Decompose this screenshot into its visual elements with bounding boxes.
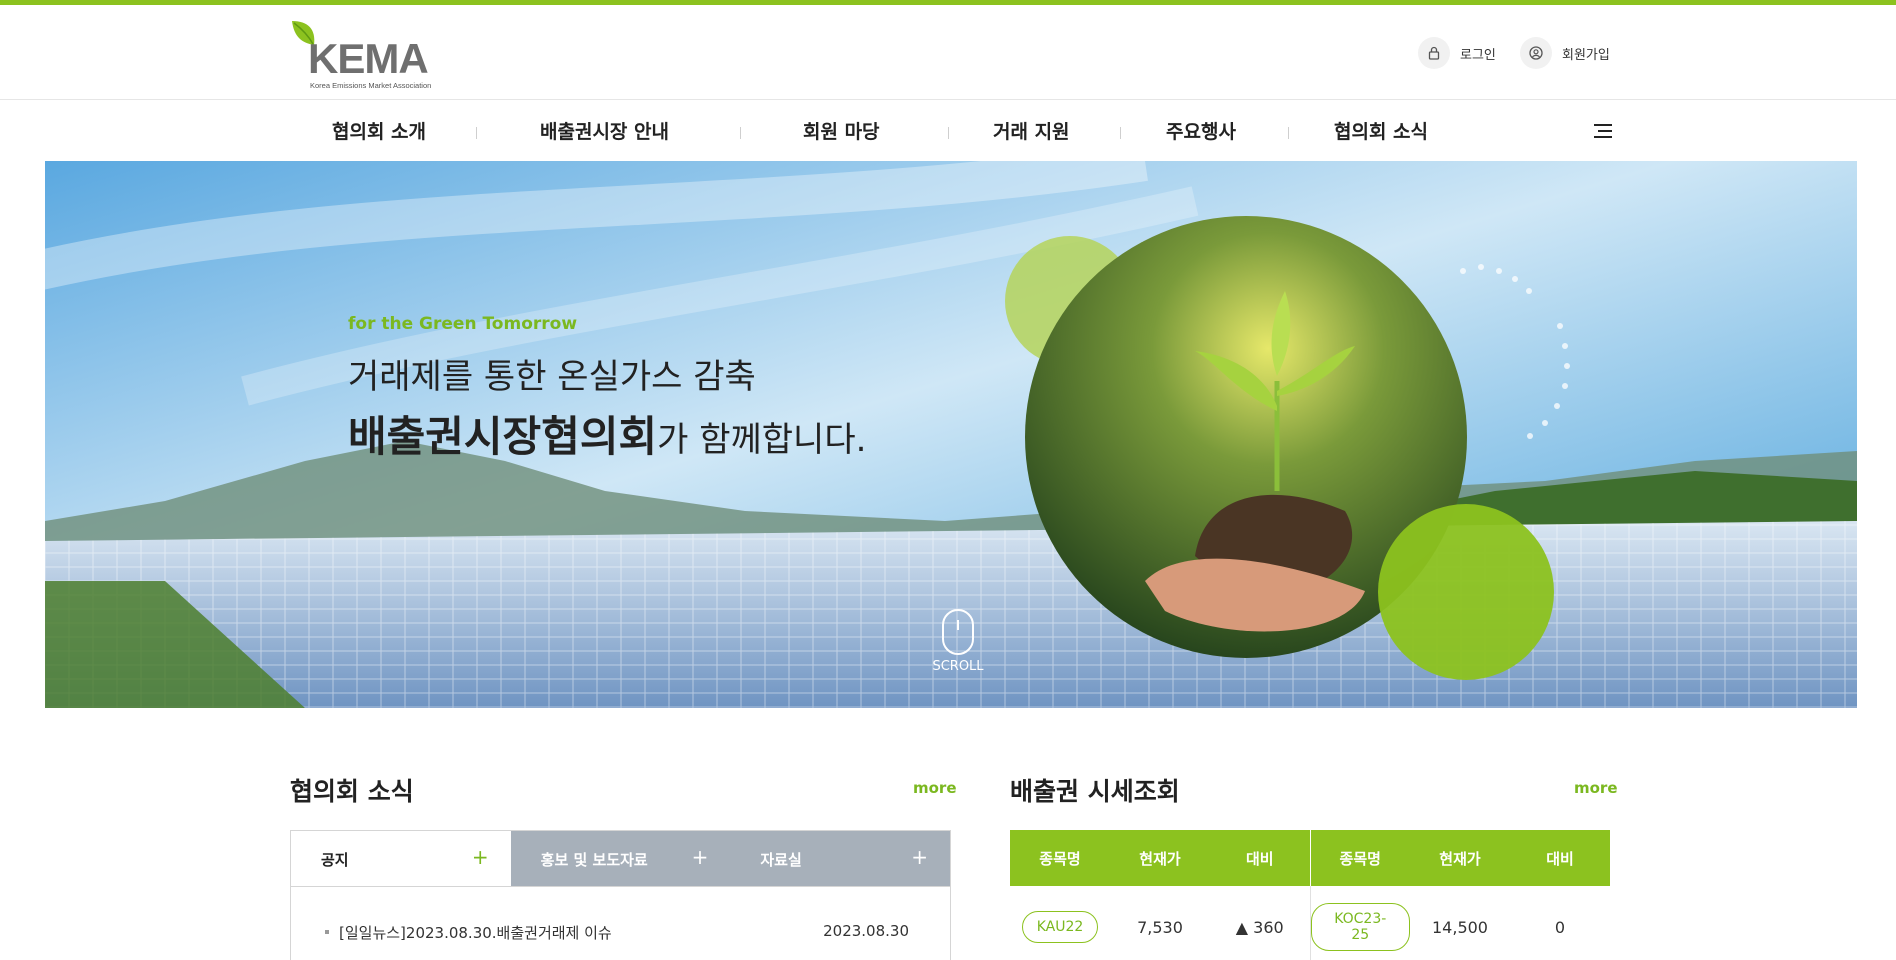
current-price: 7,530: [1137, 917, 1183, 937]
hero-tagline: for the Green Tomorrow: [348, 314, 578, 334]
tab-notice-label: 공지: [321, 851, 349, 869]
mouse-icon: [942, 609, 974, 655]
hero-headline-rest: 가 함께합니다.: [657, 420, 867, 460]
nav-about[interactable]: 협의회 소개: [332, 117, 426, 144]
item-name-badge[interactable]: KOC23-25: [1310, 903, 1410, 951]
price-table: 종목명 현재가 대비 종목명 현재가 대비 KAU22 7,530 ▲ 360 …: [1010, 830, 1610, 960]
price-change: ▲ 360: [1235, 917, 1284, 937]
tab-notice[interactable]: 공지 +: [291, 831, 511, 886]
news-section-title: 협의회 소식: [290, 777, 414, 806]
login-link[interactable]: 로그인: [1418, 37, 1496, 69]
plus-icon[interactable]: +: [472, 845, 489, 869]
bullet-icon: [325, 930, 329, 934]
user-icon: [1520, 37, 1552, 69]
nav-divider: [476, 127, 477, 139]
tab-press-label: 홍보 및 보도자료: [540, 851, 648, 869]
hero-banner: for the Green Tomorrow 거래제를 통한 온실가스 감축 배…: [45, 161, 1857, 708]
scroll-label: SCROLL: [932, 659, 984, 674]
column-header: 대비: [1210, 830, 1310, 886]
logo-subtitle: Korea Emissions Market Association: [310, 81, 432, 90]
column-header: 대비: [1510, 830, 1610, 886]
news-more-link[interactable]: more: [913, 779, 957, 797]
column-header: 종목명: [1309, 830, 1410, 886]
column-header: 현재가: [1410, 830, 1510, 886]
current-price: 14,500: [1432, 917, 1488, 937]
nav-divider: [948, 127, 949, 139]
list-item[interactable]: [일일뉴스]2023.08.30.배출권거래제 이슈 2023.08.30: [325, 922, 909, 943]
site-header: KEMA Korea Emissions Market Association …: [0, 5, 1896, 100]
nav-trade-support[interactable]: 거래 지원: [993, 117, 1070, 144]
join-label: 회원가입: [1562, 47, 1610, 63]
table-row: KAU22 7,530 ▲ 360 KOC23-25 14,500 0: [1010, 886, 1610, 960]
tab-archive-label: 자료실: [760, 851, 802, 869]
nav-market-guide[interactable]: 배출권시장 안내: [540, 117, 669, 144]
lock-icon: [1418, 37, 1450, 69]
hero-headline-2: 배출권시장협의회가 함께합니다.: [348, 403, 866, 464]
join-link[interactable]: 회원가입: [1520, 37, 1610, 69]
nav-events[interactable]: 주요행사: [1166, 117, 1236, 144]
news-item-date: 2023.08.30: [823, 922, 909, 940]
login-label: 로그인: [1460, 47, 1496, 63]
tab-press[interactable]: 홍보 및 보도자료 +: [510, 831, 731, 886]
nav-news[interactable]: 협의회 소식: [1334, 117, 1428, 144]
tab-archive[interactable]: 자료실 +: [730, 831, 951, 886]
kema-logo[interactable]: KEMA Korea Emissions Market Association: [290, 19, 440, 90]
column-header: 종목명: [1010, 830, 1110, 886]
news-item-title[interactable]: [일일뉴스]2023.08.30.배출권거래제 이슈: [339, 924, 612, 942]
logo-text: KEMA: [308, 35, 429, 82]
item-name-badge[interactable]: KAU22: [1021, 911, 1099, 943]
nav-members[interactable]: 회원 마당: [803, 117, 880, 144]
main-navigation: 협의회 소개 배출권시장 안내 회원 마당 거래 지원 주요행사 협의회 소식: [0, 101, 1896, 161]
price-section-title: 배출권 시세조회: [1010, 777, 1180, 806]
news-tabs: 공지 + 홍보 및 보도자료 + 자료실 +: [290, 830, 951, 887]
scroll-indicator[interactable]: SCROLL: [923, 609, 993, 674]
table-header-row: 종목명 현재가 대비 종목명 현재가 대비: [1010, 830, 1610, 886]
nav-divider: [1120, 127, 1121, 139]
price-change: 0: [1554, 917, 1566, 937]
column-header: 현재가: [1110, 830, 1210, 886]
nav-divider: [740, 127, 741, 139]
plus-icon[interactable]: +: [911, 845, 928, 869]
news-list: [일일뉴스]2023.08.30.배출권거래제 이슈 2023.08.30: [290, 886, 951, 960]
nav-divider: [1288, 127, 1289, 139]
price-more-link[interactable]: more: [1574, 779, 1618, 797]
hero-headline-bold: 배출권시장협의회: [348, 412, 658, 461]
menu-icon[interactable]: [1592, 123, 1612, 139]
plus-icon[interactable]: +: [692, 845, 709, 869]
hero-headline-1: 거래제를 통한 온실가스 감축: [348, 357, 756, 397]
